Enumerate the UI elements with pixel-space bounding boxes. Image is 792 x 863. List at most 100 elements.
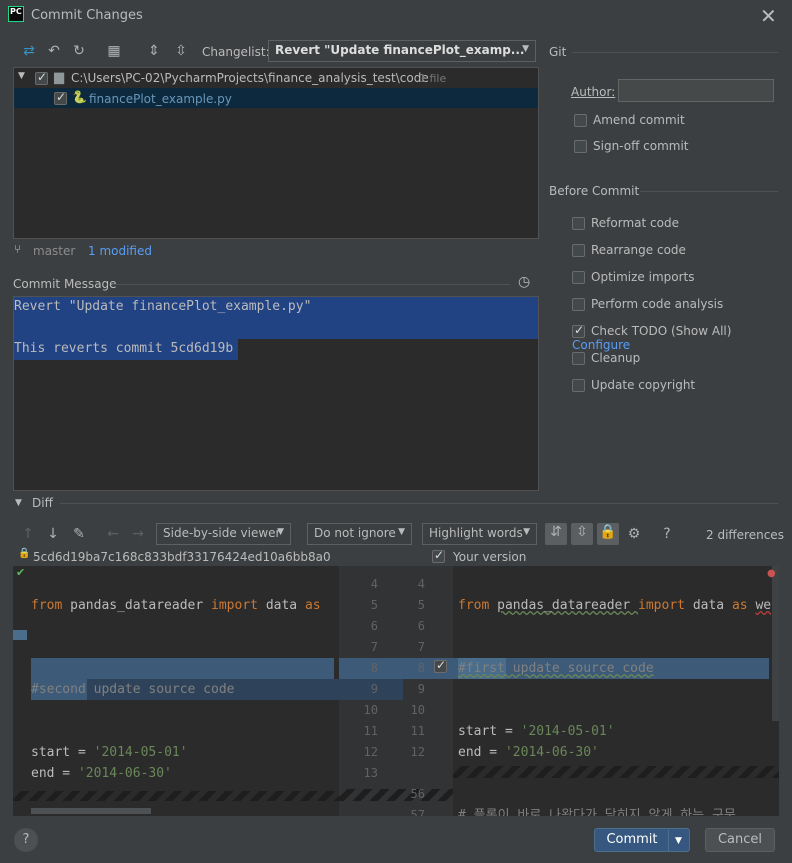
collapse-all-icon[interactable]: ⇳ bbox=[172, 42, 190, 60]
help-icon[interactable]: ? bbox=[658, 525, 676, 543]
code-token: end = bbox=[31, 766, 78, 781]
root-checkbox[interactable] bbox=[35, 70, 48, 85]
amend-commit-option[interactable]: Amend commit bbox=[574, 113, 685, 131]
todo-option[interactable]: Check TODO (Show All) Configure bbox=[572, 323, 792, 352]
cleanup-option[interactable]: Cleanup bbox=[572, 351, 640, 369]
configure-link[interactable]: Configure bbox=[572, 338, 630, 352]
file-checkbox[interactable] bbox=[54, 90, 67, 105]
author-label: Author: bbox=[571, 85, 616, 99]
commit-label: Commit bbox=[606, 832, 658, 847]
analysis-checkbox[interactable] bbox=[572, 298, 585, 311]
changelist-select[interactable]: Revert "Update financePlot_examp... ▼ bbox=[268, 40, 536, 62]
refresh-icon[interactable]: ↻ bbox=[70, 42, 88, 60]
python-file-icon: 🐍 bbox=[72, 90, 87, 104]
signoff-option[interactable]: Sign-off commit bbox=[574, 139, 689, 157]
ok-icon: ✔ bbox=[16, 566, 26, 579]
left-revision-hash: 5cd6d19ba7c168c833bdf33176424ed10a6bb8a0 bbox=[33, 550, 331, 564]
rollback-icon[interactable]: ↶ bbox=[45, 42, 63, 60]
right-editor[interactable]: from pandas_datareader import data as we… bbox=[453, 566, 779, 816]
window-title: Commit Changes bbox=[31, 8, 143, 23]
code-token: start = bbox=[458, 724, 521, 739]
file-name[interactable]: financePlot_example.py bbox=[89, 92, 232, 106]
root-count: 1 file bbox=[419, 72, 447, 85]
line-number: 4 bbox=[370, 577, 378, 591]
chevron-down-icon: ▼ bbox=[522, 44, 529, 54]
code-token: as bbox=[731, 598, 756, 613]
line-number: 4 bbox=[417, 577, 425, 591]
sync-scroll-icon[interactable]: ⇳ bbox=[571, 523, 593, 545]
commit-line-1: Revert "Update financePlot_example.py" bbox=[14, 299, 312, 314]
horizontal-scrollbar[interactable] bbox=[31, 808, 151, 814]
chevron-down-icon[interactable]: ▼ bbox=[668, 830, 688, 852]
code-token: import bbox=[211, 598, 266, 613]
optimize-checkbox[interactable] bbox=[572, 271, 585, 284]
commit-button[interactable]: Commit ▼ bbox=[594, 828, 690, 852]
folder-icon: ▆ bbox=[54, 70, 64, 85]
collapse-diff-icon[interactable]: ▼ bbox=[15, 498, 22, 508]
line-number: 6 bbox=[417, 619, 425, 633]
pycharm-app-icon: PC bbox=[8, 6, 24, 22]
code-token: data bbox=[692, 598, 732, 613]
collapse-unchanged-icon[interactable]: ⇵ bbox=[545, 523, 567, 545]
signoff-label: Sign-off commit bbox=[593, 139, 689, 153]
line-number: 9 bbox=[417, 682, 425, 696]
analysis-option[interactable]: Perform code analysis bbox=[572, 297, 723, 315]
copyright-option[interactable]: Update copyright bbox=[572, 378, 695, 396]
ignore-select[interactable]: Do not ignore ▼ bbox=[307, 523, 412, 545]
diff-icon[interactable]: ⇄ bbox=[20, 42, 38, 60]
copyright-checkbox[interactable] bbox=[572, 379, 585, 392]
amend-label: Amend commit bbox=[593, 113, 685, 127]
code-line: #first update source code bbox=[458, 661, 654, 676]
line-number: 7 bbox=[370, 640, 378, 654]
tree-expand-icon[interactable]: ▼ bbox=[18, 71, 25, 81]
line-number: 12 bbox=[410, 745, 425, 759]
code-token: data bbox=[265, 598, 305, 613]
prev-diff-icon[interactable]: ↑ bbox=[19, 525, 37, 543]
close-icon[interactable]: ✕ bbox=[760, 4, 777, 28]
root-path[interactable]: C:\Users\PC-02\PycharmProjects\finance_a… bbox=[71, 71, 429, 85]
history-icon[interactable]: ◷ bbox=[518, 274, 530, 290]
divider bbox=[112, 284, 510, 285]
reformat-checkbox[interactable] bbox=[572, 217, 585, 230]
rearrange-option[interactable]: Rearrange code bbox=[572, 243, 686, 261]
commit-message-label: Commit Message bbox=[13, 277, 117, 291]
edit-icon[interactable]: ✎ bbox=[70, 525, 88, 543]
vertical-scrollbar[interactable] bbox=[772, 566, 779, 721]
include-change-checkbox[interactable] bbox=[434, 658, 447, 673]
code-token: from bbox=[31, 598, 71, 613]
changelist-label: Changelist: bbox=[202, 45, 270, 59]
lock-icon: 🔒 bbox=[18, 548, 31, 559]
author-input[interactable] bbox=[618, 79, 774, 102]
code-token: start = bbox=[31, 745, 94, 760]
reformat-option[interactable]: Reformat code bbox=[572, 216, 679, 234]
expand-all-icon[interactable]: ⇕ bbox=[145, 42, 163, 60]
rearrange-checkbox[interactable] bbox=[572, 244, 585, 257]
error-icon: ● bbox=[767, 568, 776, 579]
lock-icon[interactable]: 🔒 bbox=[597, 523, 619, 545]
cancel-button[interactable]: Cancel bbox=[705, 828, 775, 852]
next-diff-icon[interactable]: ↓ bbox=[44, 525, 62, 543]
highlight-value: Highlight words bbox=[429, 526, 523, 540]
divider bbox=[572, 52, 778, 53]
divider bbox=[60, 503, 778, 504]
settings-gear-icon[interactable]: ⚙ bbox=[625, 525, 643, 543]
forward-icon[interactable]: → bbox=[129, 525, 147, 543]
group-by-icon[interactable]: ▦ bbox=[105, 42, 123, 60]
cleanup-checkbox[interactable] bbox=[572, 352, 585, 365]
help-button[interactable]: ? bbox=[14, 828, 38, 852]
code-line: end = '2014-06-30' bbox=[458, 742, 599, 763]
optimize-option[interactable]: Optimize imports bbox=[572, 270, 695, 288]
modified-count[interactable]: 1 modified bbox=[88, 244, 152, 258]
back-icon[interactable]: ← bbox=[104, 525, 122, 543]
code-token: pandas_datareader bbox=[497, 598, 639, 613]
viewer-select[interactable]: Side-by-side viewer ▼ bbox=[156, 523, 291, 545]
left-editor[interactable]: ✔ from pandas_datareader import data as … bbox=[13, 566, 339, 816]
reformat-label: Reformat code bbox=[591, 216, 679, 230]
highlight-select[interactable]: Highlight words ▼ bbox=[422, 523, 537, 545]
code-token: end = bbox=[458, 745, 505, 760]
your-version-checkbox[interactable] bbox=[432, 548, 445, 563]
line-number: 10 bbox=[410, 703, 425, 717]
amend-checkbox[interactable] bbox=[574, 114, 587, 127]
signoff-checkbox[interactable] bbox=[574, 140, 587, 153]
todo-checkbox[interactable] bbox=[572, 323, 585, 338]
